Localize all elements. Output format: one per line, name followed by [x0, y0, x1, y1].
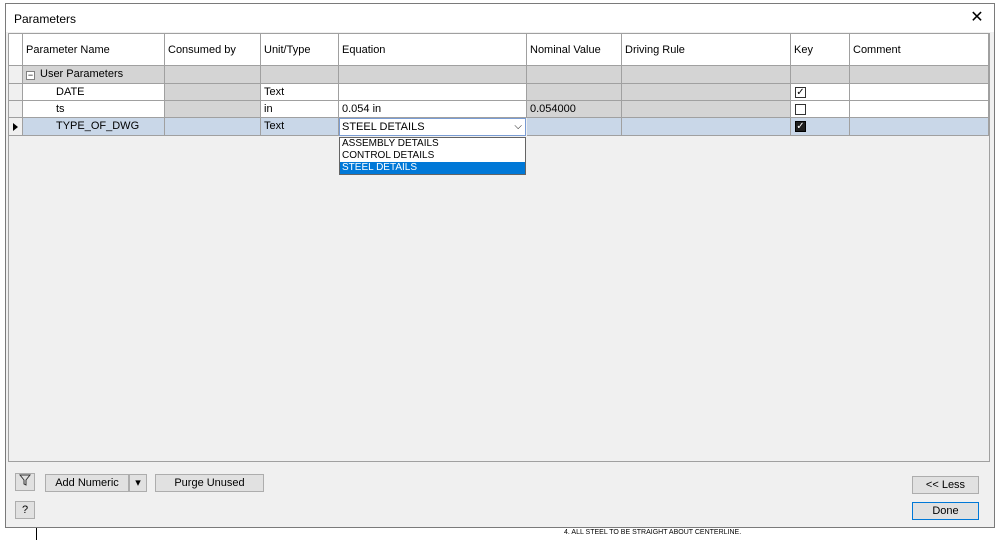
filter-button[interactable]: [15, 473, 35, 491]
row-header[interactable]: [9, 101, 23, 118]
comment-cell[interactable]: [850, 84, 989, 101]
less-button[interactable]: << Less: [912, 476, 979, 494]
combobox-value: STEEL DETAILS: [342, 121, 425, 133]
group-cell: [165, 66, 261, 84]
dropdown-option-assembly-details[interactable]: ASSEMBLY DETAILS: [340, 138, 525, 150]
filter-icon: [18, 474, 32, 486]
consumed-by-cell: [165, 118, 261, 136]
table-row-name[interactable]: TYPE_OF_DWG: [23, 118, 165, 136]
driving-rule-cell: [622, 101, 791, 118]
group-user-parameters: User Parameters: [23, 66, 165, 84]
column-header-equation[interactable]: Equation: [339, 34, 527, 66]
table-row-name[interactable]: ts: [23, 101, 165, 118]
group-cell: [527, 66, 622, 84]
unit-cell[interactable]: Text: [261, 84, 339, 101]
add-numeric-dropdown[interactable]: ▾: [129, 474, 147, 492]
group-cell: [850, 66, 989, 84]
row-header[interactable]: [9, 84, 23, 101]
triangle-down-icon: ▾: [135, 477, 141, 489]
help-button[interactable]: ?: [15, 501, 35, 519]
title-bar: Parameters ✕: [6, 4, 994, 32]
equation-combobox[interactable]: STEEL DETAILS ⌵: [339, 118, 526, 136]
column-header-nominal-value[interactable]: Nominal Value: [527, 34, 622, 66]
key-checkbox[interactable]: [795, 104, 806, 115]
purge-unused-button[interactable]: Purge Unused: [155, 474, 264, 492]
chevron-down-icon[interactable]: ⌵: [514, 119, 522, 135]
group-cell: [622, 66, 791, 84]
driving-rule-cell: [622, 118, 791, 136]
equation-cell[interactable]: [339, 84, 527, 101]
add-numeric-button[interactable]: Add Numeric: [45, 474, 129, 492]
nominal-value-cell: [527, 84, 622, 101]
nominal-value-cell: 0.054000: [527, 101, 622, 118]
group-cell: [791, 66, 850, 84]
collapse-expander[interactable]: −: [26, 71, 35, 80]
column-header-consumed-by[interactable]: Consumed by: [165, 34, 261, 66]
parameters-dialog: Parameters ✕ Parameter Name Consumed by …: [5, 3, 995, 528]
equation-dropdown-list[interactable]: ASSEMBLY DETAILS CONTROL DETAILS STEEL D…: [339, 137, 526, 175]
dialog-title: Parameters: [14, 12, 77, 26]
help-icon: ?: [21, 504, 29, 516]
key-checkbox[interactable]: ✓: [795, 121, 806, 132]
column-header-driving-rule[interactable]: Driving Rule: [622, 34, 791, 66]
done-button[interactable]: Done: [912, 502, 979, 520]
unit-cell[interactable]: Text: [261, 118, 339, 136]
parameters-grid[interactable]: Parameter Name Consumed by Unit/Type Equ…: [8, 33, 990, 462]
group-cell: [339, 66, 527, 84]
group-cell: [261, 66, 339, 84]
current-row-icon: [13, 123, 18, 131]
dropdown-option-control-details[interactable]: CONTROL DETAILS: [340, 150, 525, 162]
column-header-key[interactable]: Key: [791, 34, 850, 66]
background-note: 4. ALL STEEL TO BE STRAIGHT ABOUT CENTER…: [564, 529, 742, 536]
close-button[interactable]: ✕: [962, 6, 992, 30]
dropdown-option-steel-details[interactable]: STEEL DETAILS: [340, 162, 525, 174]
table-row-name[interactable]: DATE: [23, 84, 165, 101]
row-header-corner: [9, 34, 23, 66]
row-header[interactable]: [9, 66, 23, 84]
nominal-value-cell: [527, 118, 622, 136]
column-header-parameter-name[interactable]: Parameter Name: [23, 34, 165, 66]
unit-cell[interactable]: in: [261, 101, 339, 118]
driving-rule-cell: [622, 84, 791, 101]
equation-cell[interactable]: 0.054 in: [339, 101, 527, 118]
column-header-unit-type[interactable]: Unit/Type: [261, 34, 339, 66]
close-icon: ✕: [970, 9, 984, 26]
consumed-by-cell: [165, 84, 261, 101]
comment-cell[interactable]: [850, 118, 989, 136]
comment-cell[interactable]: [850, 101, 989, 118]
background-line: [36, 528, 37, 540]
column-header-comment[interactable]: Comment: [850, 34, 989, 66]
key-checkbox[interactable]: ✓: [795, 87, 806, 98]
consumed-by-cell: [165, 101, 261, 118]
